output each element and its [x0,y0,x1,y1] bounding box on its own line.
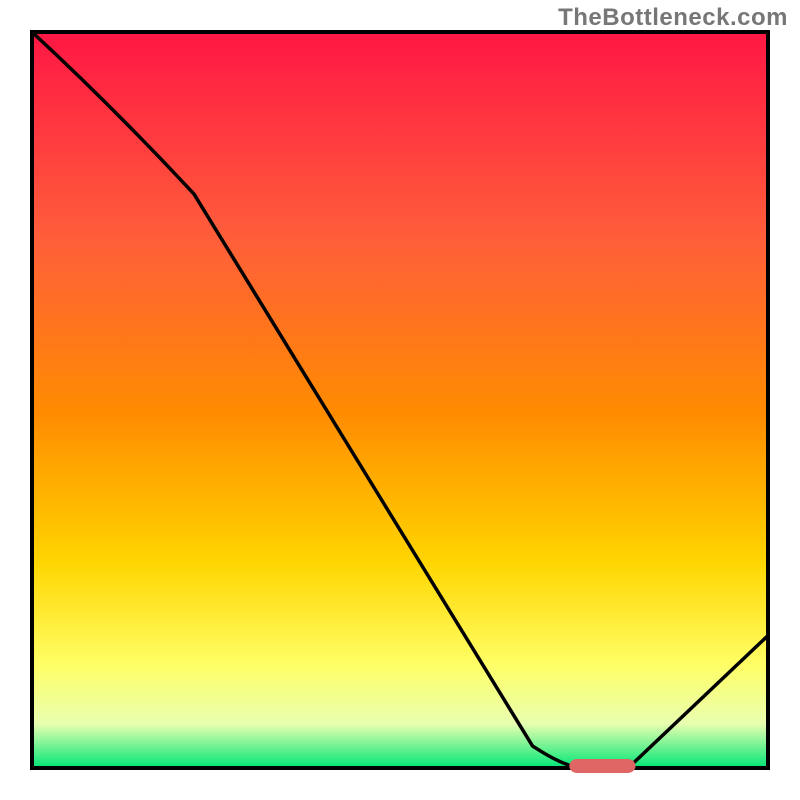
plot-area [32,32,768,773]
bottleneck-chart: TheBottleneck.com [0,0,800,800]
optimal-range-marker [569,759,635,773]
chart-svg [0,0,800,800]
gradient-background [32,32,768,768]
watermark-text: TheBottleneck.com [558,4,788,32]
